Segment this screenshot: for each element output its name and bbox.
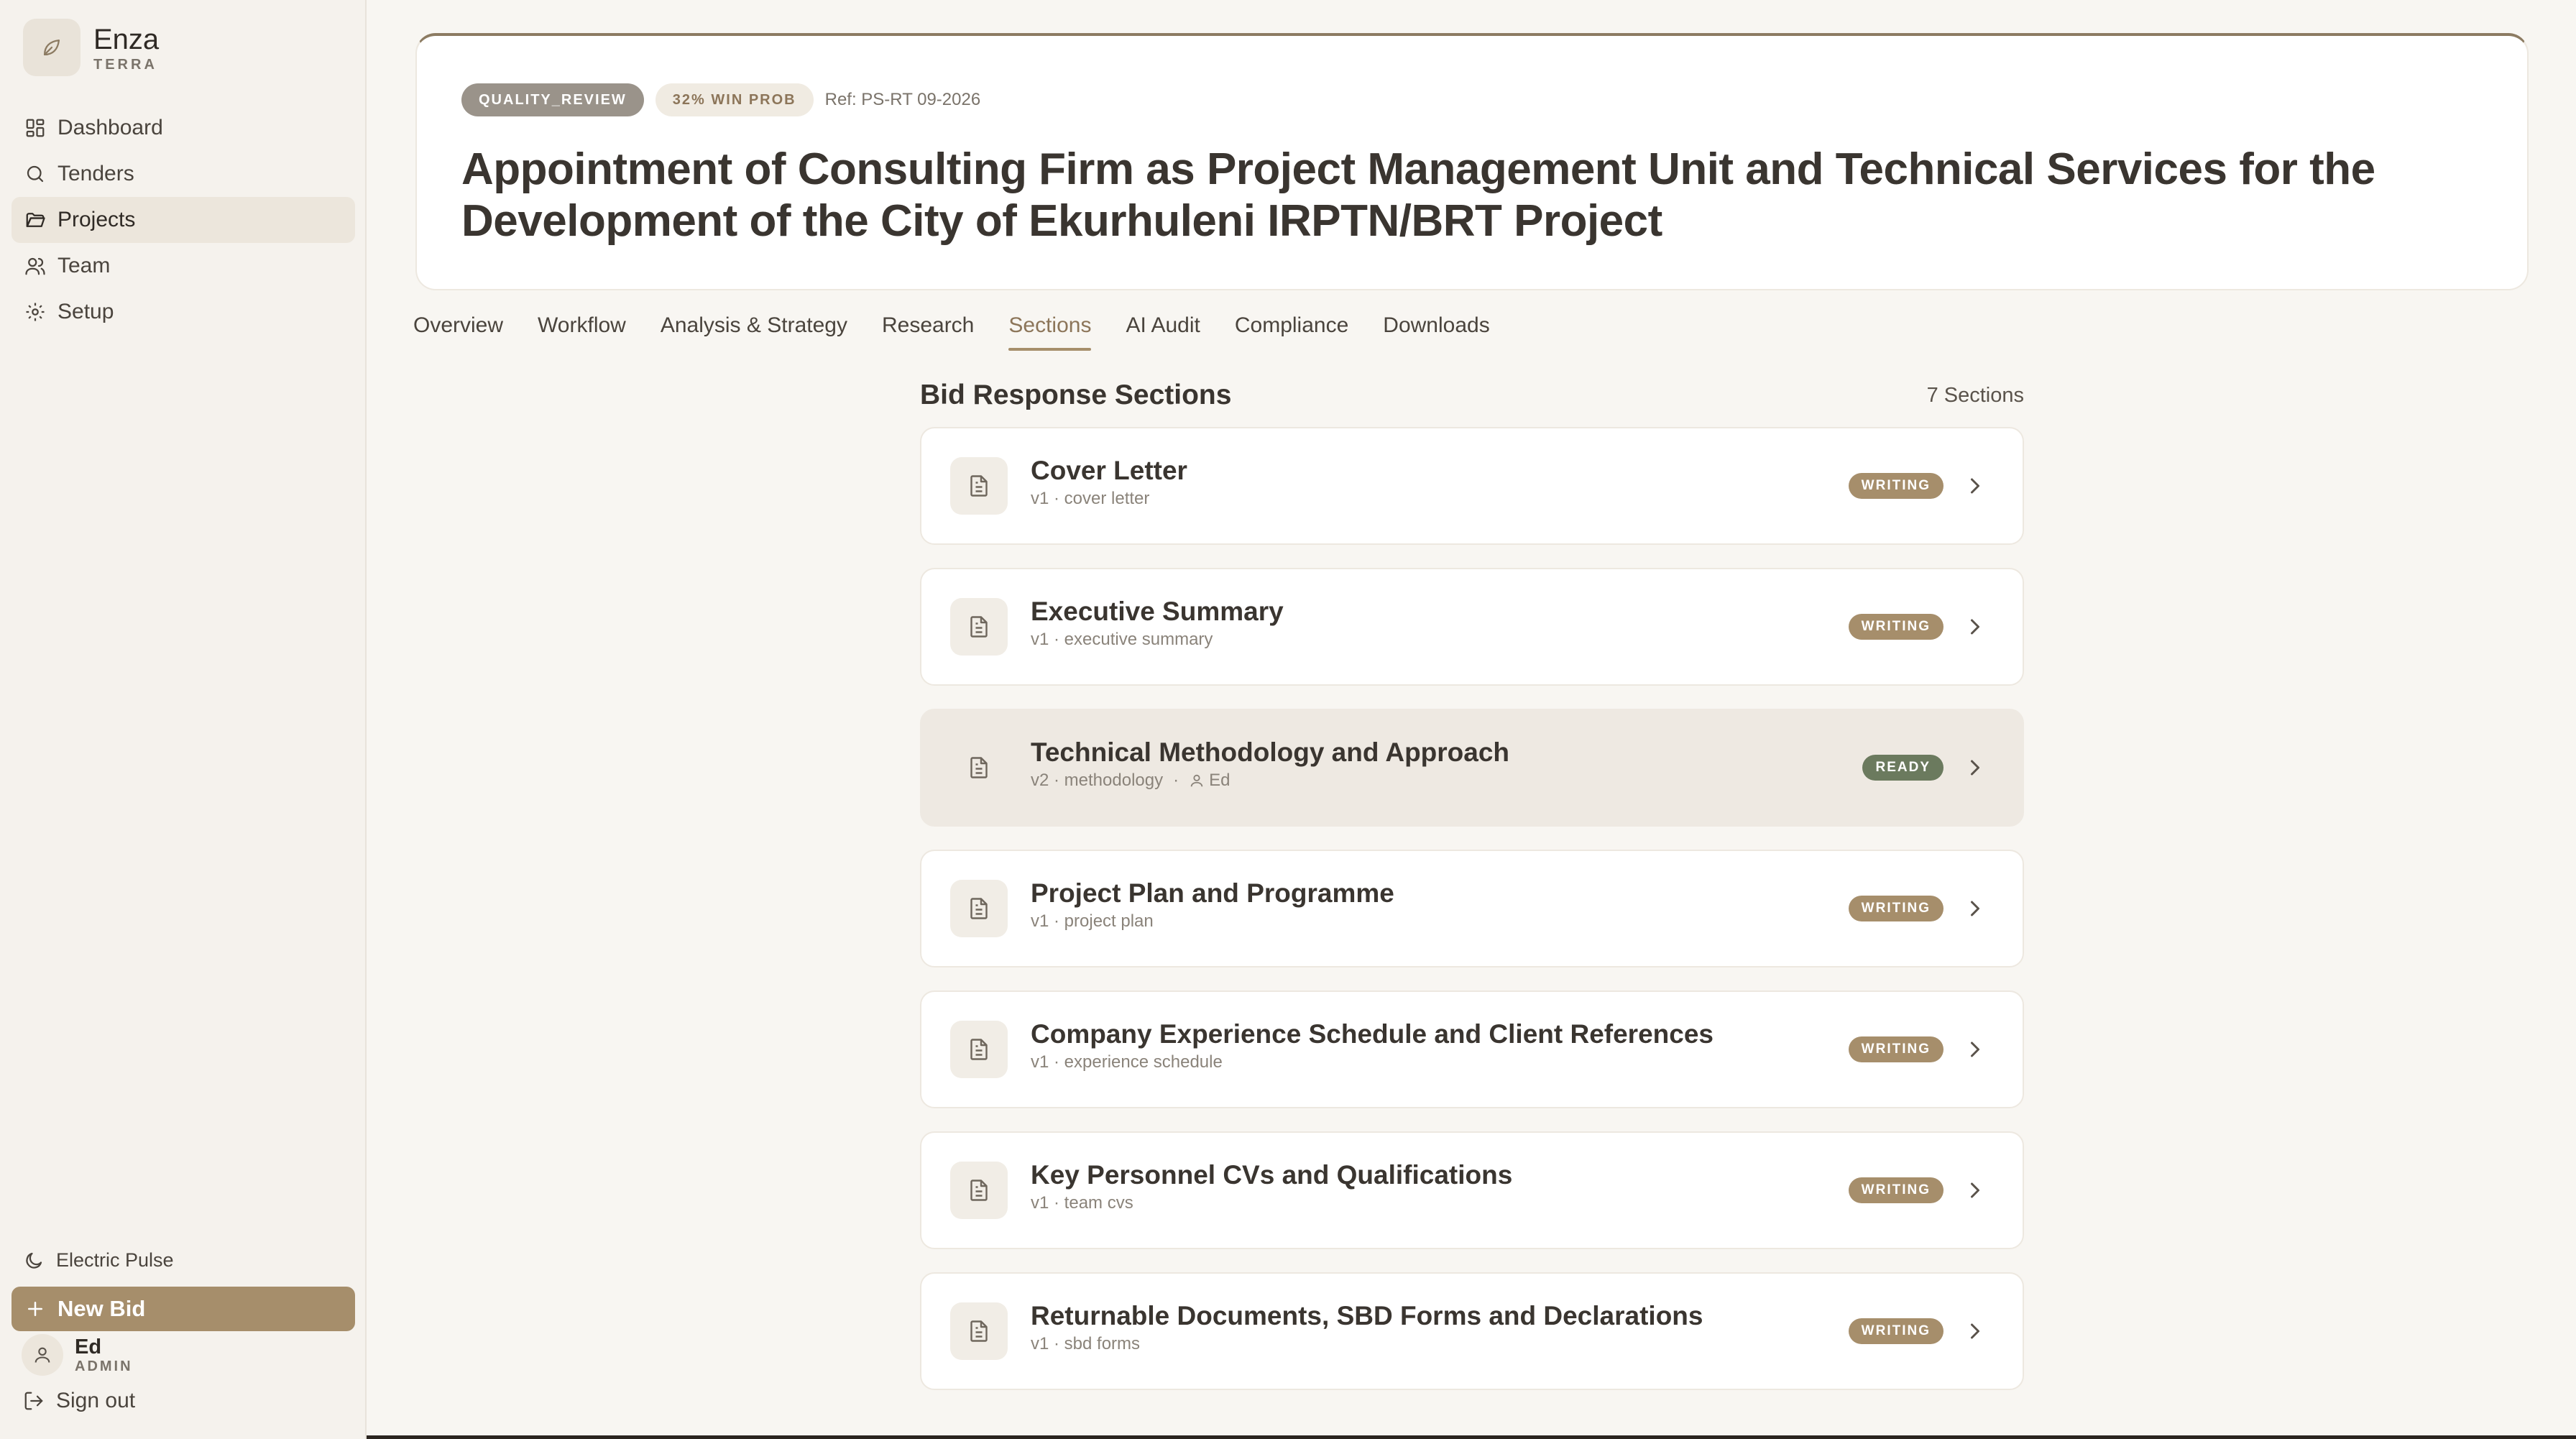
tab-research[interactable]: Research <box>882 313 974 351</box>
section-meta: v1 · sbd forms <box>1031 1334 1141 1353</box>
brand-name: Enza <box>93 24 160 55</box>
section-card-returnable-documents[interactable]: Returnable Documents, SBD Forms and Decl… <box>920 1272 2024 1390</box>
user-name: Ed <box>75 1335 102 1358</box>
document-icon <box>950 1021 1008 1078</box>
section-title: Technical Methodology and Approach <box>1031 737 1510 767</box>
status-badge: WRITING <box>1848 614 1944 640</box>
section-meta: v1 · team cvs <box>1031 1193 1133 1213</box>
document-icon <box>950 880 1008 937</box>
sections-header: Bid Response Sections 7 Sections <box>920 380 2024 411</box>
section-title: Key Personnel CVs and Qualifications <box>1031 1160 1513 1190</box>
section-card-cover-letter[interactable]: Cover Letter v1 · cover letter WRITING <box>920 427 2024 545</box>
section-meta: v2 · methodology <box>1031 771 1164 790</box>
sidebar-item-setup[interactable]: Setup <box>12 289 355 335</box>
sidebar-item-tenders[interactable]: Tenders <box>12 151 355 197</box>
sidebar-item-projects[interactable]: Projects <box>12 197 355 243</box>
sidebar-item-label: Dashboard <box>58 116 163 139</box>
sidebar-item-label: Team <box>58 254 111 277</box>
section-meta: v1 · experience schedule <box>1031 1052 1223 1072</box>
chevron-right-icon[interactable] <box>1962 473 1988 499</box>
status-badge: READY <box>1862 755 1944 781</box>
status-badge: WRITING <box>1848 473 1944 499</box>
plus-icon <box>28 1302 42 1316</box>
document-icon <box>950 457 1008 515</box>
search-icon <box>27 165 44 183</box>
new-bid-label: New Bid <box>58 1296 146 1321</box>
section-card-company-experience[interactable]: Company Experience Schedule and Client R… <box>920 990 2024 1108</box>
sign-out-label: Sign out <box>56 1389 136 1412</box>
section-card-key-personnel[interactable]: Key Personnel CVs and Qualifications v1 … <box>920 1131 2024 1249</box>
tab-sections[interactable]: Sections <box>1008 313 1092 351</box>
tab-downloads[interactable]: Downloads <box>1383 313 1489 351</box>
status-badge: WRITING <box>1848 1036 1944 1062</box>
sidebar-item-dashboard[interactable]: Dashboard <box>12 105 355 151</box>
dashboard-icon <box>26 119 45 137</box>
user-role: ADMIN <box>75 1358 133 1374</box>
project-tabs: Overview Workflow Analysis & Strategy Re… <box>413 313 1524 351</box>
sign-out-button[interactable]: Sign out <box>23 1389 135 1413</box>
status-badge: WRITING <box>1848 896 1944 921</box>
status-badge: WRITING <box>1848 1318 1944 1344</box>
sections-count: 7 Sections <box>1926 383 2024 407</box>
tab-workflow[interactable]: Workflow <box>538 313 626 351</box>
win-probability-badge: 32% WIN PROB <box>655 83 814 116</box>
gear-icon <box>26 303 45 321</box>
users-icon <box>25 257 45 275</box>
tab-overview[interactable]: Overview <box>413 313 503 351</box>
sidebar-item-label: Projects <box>58 208 136 231</box>
sidebar-nav: Dashboard Tenders Projects Team Setup <box>12 105 355 335</box>
sidebar-item-team[interactable]: Team <box>12 243 355 289</box>
user-icon <box>1190 774 1203 787</box>
sidebar-item-label: Tenders <box>58 162 134 185</box>
section-list: Cover Letter v1 · cover letter WRITING E… <box>920 427 2024 1413</box>
chevron-right-icon[interactable] <box>1962 755 1988 781</box>
document-icon <box>950 598 1008 656</box>
theme-toggle[interactable]: Electric Pulse <box>23 1249 174 1272</box>
sidebar-item-label: Setup <box>58 300 114 323</box>
brand[interactable]: Enza TERRA <box>23 19 159 76</box>
document-icon <box>950 1162 1008 1219</box>
section-card-project-plan[interactable]: Project Plan and Programme v1 · project … <box>920 850 2024 967</box>
user-icon <box>34 1347 50 1363</box>
section-card-technical-methodology[interactable]: Technical Methodology and Approach v2 · … <box>920 709 2024 827</box>
status-badge: WRITING <box>1848 1177 1944 1203</box>
user-profile[interactable]: Ed ADMIN <box>22 1334 133 1376</box>
chevron-right-icon[interactable] <box>1962 1177 1988 1203</box>
section-meta: v1 · cover letter <box>1031 489 1150 508</box>
brand-subtitle: TERRA <box>93 57 157 73</box>
sections-title: Bid Response Sections <box>920 380 1232 410</box>
meta-separator: · <box>1173 771 1179 790</box>
document-icon <box>950 739 1008 796</box>
theme-label: Electric Pulse <box>56 1249 174 1271</box>
section-title: Executive Summary <box>1031 597 1284 626</box>
section-card-executive-summary[interactable]: Executive Summary v1 · executive summary… <box>920 568 2024 686</box>
section-title: Project Plan and Programme <box>1031 878 1394 908</box>
section-assignee: Ed <box>1209 771 1230 790</box>
chevron-right-icon[interactable] <box>1962 1036 1988 1062</box>
project-header: QUALITY_REVIEW 32% WIN PROB Ref: PS-RT 0… <box>415 33 2529 290</box>
section-meta: v1 · executive summary <box>1031 630 1213 649</box>
chevron-right-icon[interactable] <box>1962 896 1988 921</box>
section-title: Company Experience Schedule and Client R… <box>1031 1019 1714 1049</box>
section-title: Returnable Documents, SBD Forms and Decl… <box>1031 1301 1703 1330</box>
status-badge: QUALITY_REVIEW <box>461 83 644 116</box>
chevron-right-icon[interactable] <box>1962 1318 1988 1344</box>
new-bid-button[interactable]: New Bid <box>12 1287 355 1331</box>
sidebar: Enza TERRA Dashboard Tenders Projects Te… <box>0 0 367 1439</box>
moon-icon <box>26 1252 42 1269</box>
tab-compliance[interactable]: Compliance <box>1235 313 1348 351</box>
folder-icon <box>26 213 45 227</box>
section-meta: v1 · project plan <box>1031 911 1154 931</box>
chevron-right-icon[interactable] <box>1962 614 1988 640</box>
section-title: Cover Letter <box>1031 456 1187 485</box>
tab-analysis-strategy[interactable]: Analysis & Strategy <box>661 313 847 351</box>
project-reference: Ref: PS-RT 09-2026 <box>824 90 981 109</box>
tab-ai-audit[interactable]: AI Audit <box>1126 313 1200 351</box>
page-title: Appointment of Consulting Firm as Projec… <box>461 144 2375 246</box>
leaf-icon <box>23 19 80 76</box>
avatar <box>22 1334 63 1376</box>
document-icon <box>950 1302 1008 1360</box>
log-out-icon <box>24 1392 43 1410</box>
